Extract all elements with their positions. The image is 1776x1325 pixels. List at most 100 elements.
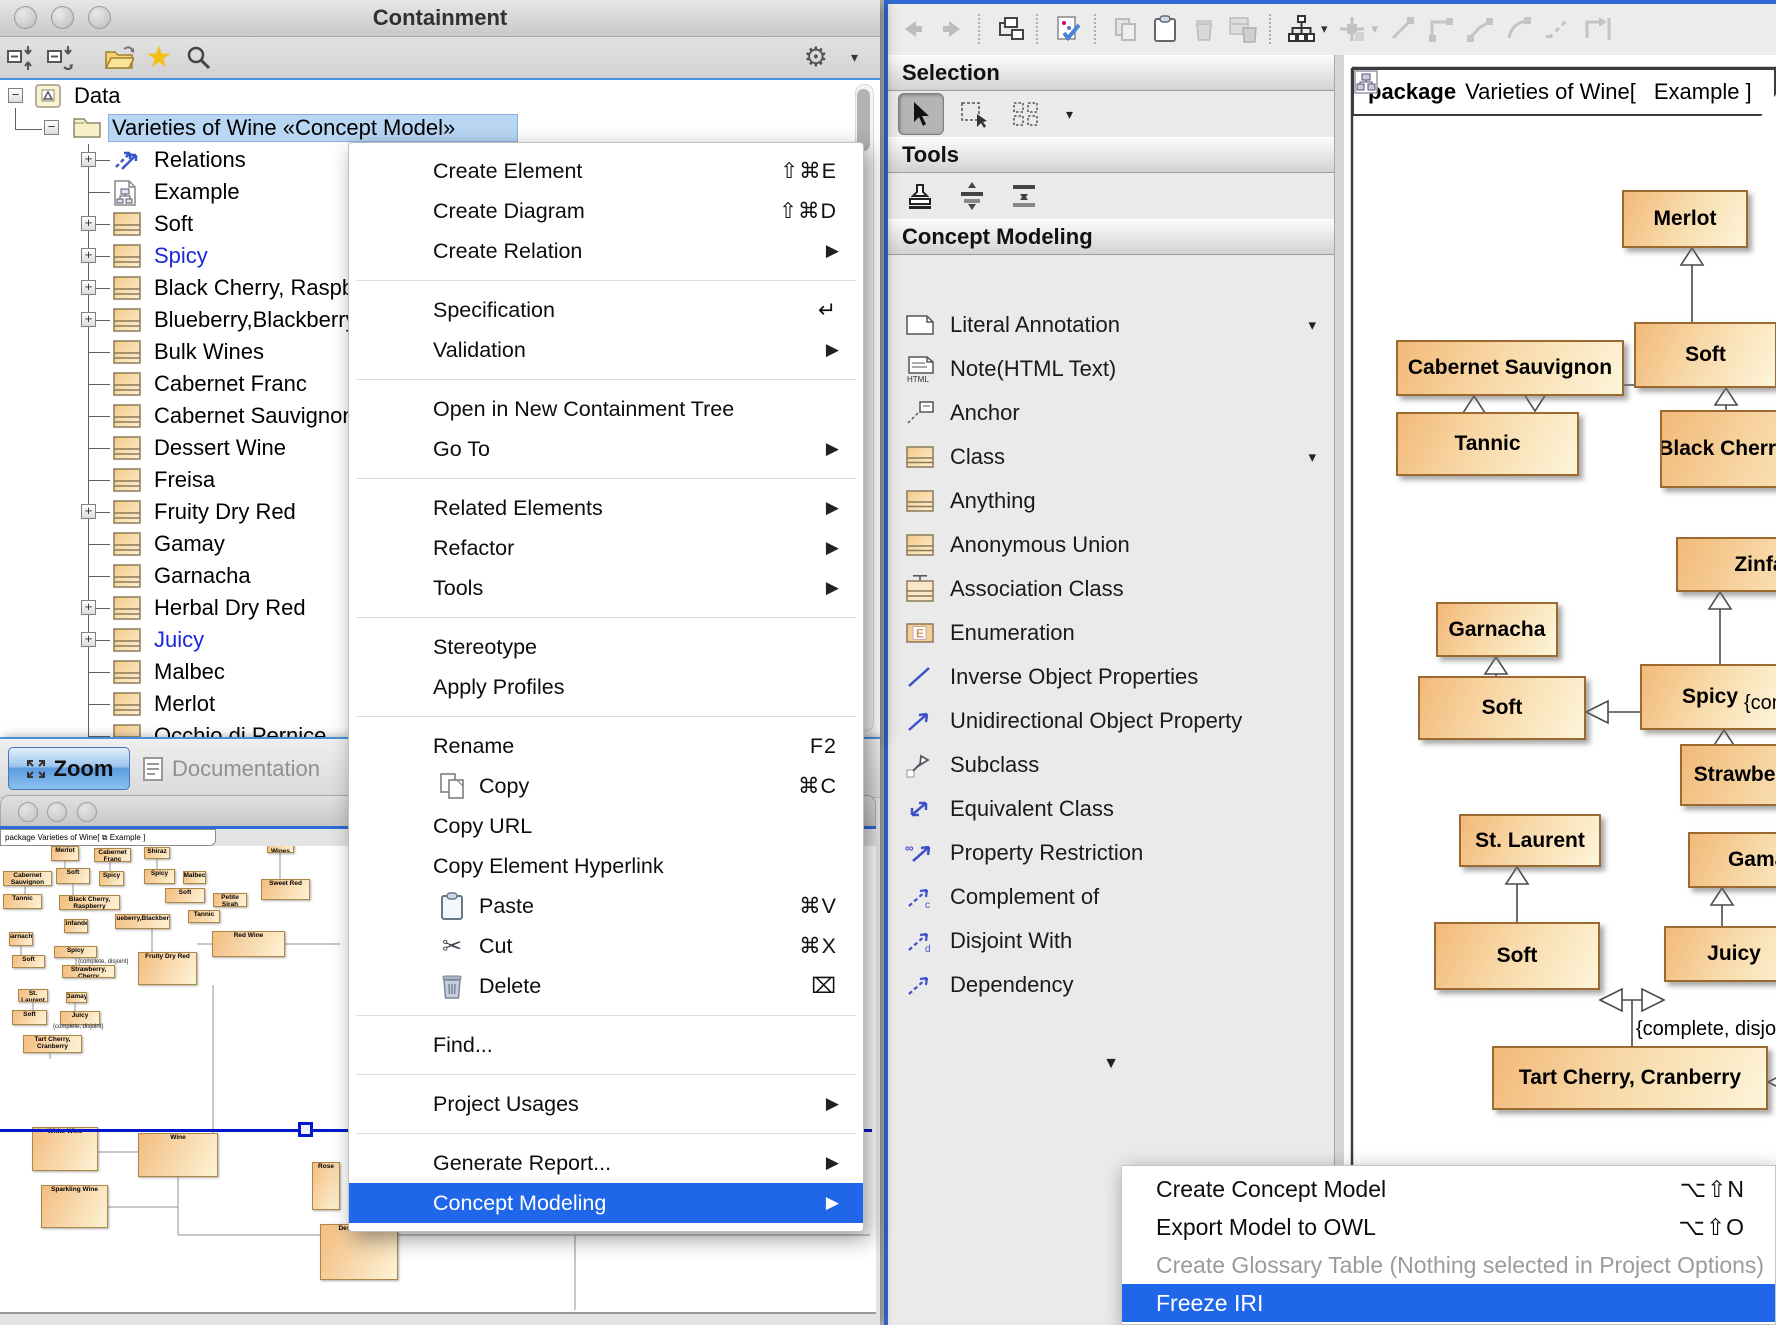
distribute-vertical-button[interactable] [950,176,994,216]
menu-item-concept-modeling[interactable]: Concept Modeling▶ [349,1183,863,1223]
menu-item-apply-profiles[interactable]: Apply Profiles [349,667,863,707]
menu-item-find[interactable]: Find... [349,1025,863,1065]
palette-item-enumeration[interactable]: EEnumeration [888,611,1334,655]
collapse-icon[interactable]: − [44,120,59,135]
menu-item-tools[interactable]: Tools▶ [349,568,863,608]
class-box-st-laurent[interactable]: St. Laurent [1459,814,1601,867]
menu-item-cut[interactable]: ✂Cut⌘X [349,926,863,966]
collapse-icon[interactable]: − [8,88,23,103]
palette-item-complement-of[interactable]: cComplement of [888,875,1334,919]
palette-item-subclass[interactable]: Subclass [888,743,1334,787]
open-model-icon[interactable] [104,43,134,73]
palette-item-property-restriction[interactable]: ∞Property Restriction [888,831,1334,875]
line-rectilinear-icon[interactable] [1426,14,1456,44]
class-box-soft[interactable]: Soft [1634,322,1776,388]
expand-icon[interactable]: + [81,504,96,519]
select-cursor-button[interactable] [898,93,944,135]
expand-icon[interactable]: + [81,312,96,327]
diagram-canvas[interactable]: package Varieties of Wine[ Example ] Mer… [1344,55,1776,1325]
submenu-item-freeze-iri[interactable]: Freeze IRI [1122,1284,1775,1322]
line-straight-icon[interactable] [1387,14,1417,44]
center-view-caret-icon[interactable]: ▾ [1372,21,1379,37]
menu-item-stereotype[interactable]: Stereotype [349,627,863,667]
expand-icon[interactable]: + [81,632,96,647]
palette-item-inverse-object-properties[interactable]: Inverse Object Properties [888,655,1334,699]
menu-item-create-relation[interactable]: Create Relation▶ [349,231,863,271]
line-dashed-icon[interactable] [1543,14,1573,44]
submenu-item-create-concept-model[interactable]: Create Concept Model⌥⇧N [1122,1170,1775,1208]
distribute-center-button[interactable] [1002,176,1046,216]
menu-item-specification[interactable]: Specification↵ [349,290,863,330]
menu-item-refactor[interactable]: Refactor▶ [349,528,863,568]
expand-icon[interactable]: + [81,600,96,615]
selection-more-caret-icon[interactable]: ▾ [1066,106,1073,123]
class-box-juicy[interactable]: Juicy [1664,926,1776,982]
marquee-select-button[interactable] [952,94,996,134]
forward-icon[interactable] [937,14,967,44]
settings-caret-icon[interactable]: ▾ [851,49,858,66]
delete-icon[interactable] [1189,14,1219,44]
class-box-gamay[interactable]: Gamay [1688,832,1776,888]
palette-item-anything[interactable]: Anything [888,479,1334,523]
line-oblique-icon[interactable] [1465,14,1495,44]
stamp-tool-button[interactable] [898,176,942,216]
palette-item-note-html-text[interactable]: HTMLNote(HTML Text) [888,347,1334,391]
menu-item-create-element[interactable]: Create Element⇧⌘E [349,151,863,191]
search-icon[interactable] [184,43,214,73]
expand-icon[interactable]: + [81,280,96,295]
palette-item-caret-icon[interactable]: ▾ [1308,316,1316,334]
palette-item-disjoint-with[interactable]: dDisjoint With [888,919,1334,963]
class-box-black-cherry-raspberry[interactable]: Black Cherry, Raspberry [1660,410,1776,488]
menu-item-copy-url[interactable]: Copy URL [349,806,863,846]
menu-item-delete[interactable]: Delete⌧ [349,966,863,1006]
class-box-tannic[interactable]: Tannic [1396,412,1579,476]
path-arrow-icon[interactable] [1582,14,1612,44]
collapse-all-recursive-icon[interactable] [46,43,76,73]
palette-item-equivalent-class[interactable]: Equivalent Class [888,787,1334,831]
class-box-zinfandel[interactable]: Zinfandel [1676,537,1776,592]
viewport-handle[interactable] [298,1122,313,1137]
line-curved-icon[interactable] [1504,14,1534,44]
class-box-cabernet-sauvignon[interactable]: Cabernet Sauvignon [1396,340,1624,396]
class-box-soft[interactable]: Soft [1434,922,1600,990]
validation-icon[interactable] [1053,14,1083,44]
class-box-tart-cherry-cranberry[interactable]: Tart Cherry, Cranberry [1492,1046,1768,1110]
menu-item-create-diagram[interactable]: Create Diagram⇧⌘D [349,191,863,231]
palette-item-association-class[interactable]: Association Class [888,567,1334,611]
menu-item-related-elements[interactable]: Related Elements▶ [349,488,863,528]
palette-item-dependency[interactable]: Dependency [888,963,1334,1007]
menu-item-paste[interactable]: Paste⌘V [349,886,863,926]
submenu-item-create-glossary-table-nothing-selected-in-project-options[interactable]: Create Glossary Table (Nothing selected … [1122,1246,1775,1284]
class-box-strawberry-cherry[interactable]: Strawberry, Cherry [1680,744,1776,806]
palette-item-anonymous-union[interactable]: Anonymous Union [888,523,1334,567]
palette-item-caret-icon[interactable]: ▾ [1308,448,1316,466]
class-box-merlot[interactable]: Merlot [1622,190,1748,248]
menu-item-open-in-new-containment-tree[interactable]: Open in New Containment Tree [349,389,863,429]
tab-documentation[interactable]: Documentation [142,747,320,790]
paste-icon[interactable] [1150,14,1180,44]
menu-item-go-to[interactable]: Go To▶ [349,429,863,469]
containment-tree-icon[interactable] [995,14,1025,44]
palette-more-icon[interactable]: ▼ [888,1055,1334,1073]
layout-tree-icon[interactable] [1286,14,1316,44]
copy-icon[interactable] [1111,14,1141,44]
tree-row[interactable]: −Varieties of Wine «Concept Model» [0,112,880,144]
menu-item-rename[interactable]: RenameF2 [349,726,863,766]
settings-gear-icon[interactable]: ⚙ [804,42,828,73]
menu-item-copy[interactable]: Copy⌘C [349,766,863,806]
expand-icon[interactable]: + [81,152,96,167]
menu-item-copy-element-hyperlink[interactable]: Copy Element Hyperlink [349,846,863,886]
containment-titlebar[interactable]: Containment [0,0,880,37]
palette-item-literal-annotation[interactable]: Literal Annotation▾ [888,303,1334,347]
favorites-star-icon[interactable]: ★ [144,43,174,73]
delete-view-icon[interactable] [1228,14,1258,44]
back-icon[interactable] [898,14,928,44]
class-box-garnacha[interactable]: Garnacha [1436,602,1558,657]
center-view-icon[interactable] [1337,14,1367,44]
expand-icon[interactable]: + [81,216,96,231]
palette-item-class[interactable]: Class▾ [888,435,1334,479]
menu-item-validation[interactable]: Validation▶ [349,330,863,370]
layout-caret-icon[interactable]: ▾ [1321,21,1328,37]
expand-icon[interactable]: + [81,248,96,263]
menu-item-generate-report[interactable]: Generate Report...▶ [349,1143,863,1183]
